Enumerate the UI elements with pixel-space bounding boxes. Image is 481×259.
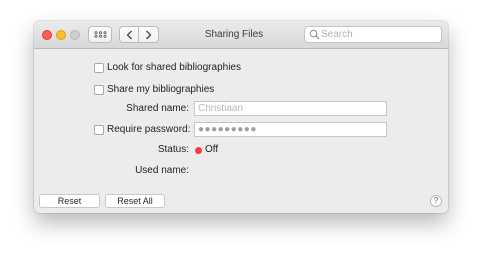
show-all-button[interactable] bbox=[88, 26, 112, 43]
used-name-label: Used name: bbox=[135, 165, 189, 176]
reset-all-button[interactable]: Reset All bbox=[105, 194, 165, 208]
window-title: Sharing Files bbox=[204, 29, 264, 40]
close-button[interactable] bbox=[42, 30, 52, 40]
search-input[interactable] bbox=[321, 27, 439, 42]
reset-button[interactable]: Reset bbox=[39, 194, 100, 208]
status-indicator bbox=[195, 147, 202, 154]
require-password-checkbox[interactable] bbox=[94, 125, 104, 135]
chevron-left-icon bbox=[126, 30, 132, 39]
look-for-shared-label: Look for shared bibliographies bbox=[107, 62, 241, 73]
zoom-button[interactable] bbox=[70, 30, 80, 40]
look-for-shared-checkbox[interactable] bbox=[94, 63, 104, 73]
title-bar: Sharing Files bbox=[34, 21, 448, 49]
help-button[interactable]: ? bbox=[430, 195, 442, 207]
require-password-label: Require password: bbox=[107, 124, 191, 135]
search-icon bbox=[309, 29, 320, 40]
back-button[interactable] bbox=[119, 26, 139, 43]
grid-icon bbox=[93, 31, 106, 38]
shared-name-field[interactable] bbox=[194, 101, 387, 116]
minimize-button[interactable] bbox=[56, 30, 66, 40]
status-label: Status: bbox=[157, 144, 189, 155]
chevron-right-icon bbox=[146, 30, 152, 39]
forward-button[interactable] bbox=[139, 26, 159, 43]
share-my-label: Share my bibliographies bbox=[107, 84, 215, 95]
preferences-window: Sharing Files Look for shared bibliograp… bbox=[34, 21, 448, 213]
password-field[interactable]: ●●●●●●●●● bbox=[194, 122, 387, 137]
search-field[interactable] bbox=[304, 26, 442, 43]
share-my-checkbox[interactable] bbox=[94, 85, 104, 95]
shared-name-label: Shared name: bbox=[126, 103, 189, 114]
status-value: Off bbox=[205, 144, 219, 155]
